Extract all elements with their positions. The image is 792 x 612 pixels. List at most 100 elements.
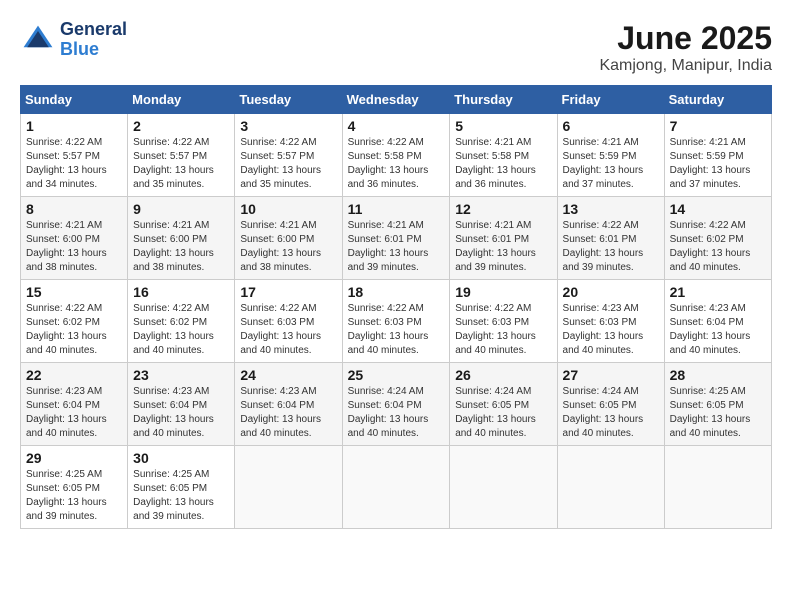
day-info: Sunrise: 4:21 AM Sunset: 5:59 PM Dayligh… bbox=[670, 136, 766, 192]
day-number: 5 bbox=[455, 118, 551, 134]
day-info: Sunrise: 4:23 AM Sunset: 6:04 PM Dayligh… bbox=[240, 385, 336, 441]
day-number: 22 bbox=[26, 367, 122, 383]
calendar-cell: 8Sunrise: 4:21 AM Sunset: 6:00 PM Daylig… bbox=[21, 197, 128, 280]
calendar-cell: 19 Sunrise: 4:22 AM Sunset: 6:03 PM Dayli… bbox=[450, 280, 557, 363]
day-number: 19 bbox=[455, 284, 551, 300]
calendar-cell: 12 Sunrise: 4:21 AM Sunset: 6:01 PM Dayli… bbox=[450, 197, 557, 280]
calendar-cell: 6 Sunrise: 4:21 AM Sunset: 5:59 PM Daylig… bbox=[557, 114, 664, 197]
day-number: 25 bbox=[348, 367, 445, 383]
day-info: Sunrise: 4:25 AM Sunset: 6:05 PM Dayligh… bbox=[670, 385, 766, 441]
day-number: 1 bbox=[26, 118, 122, 134]
day-info: Sunrise: 4:21 AM Sunset: 6:00 PM Dayligh… bbox=[26, 219, 122, 275]
col-header-monday: Monday bbox=[128, 86, 235, 114]
day-number: 10 bbox=[240, 201, 336, 217]
calendar-week-3: 15Sunrise: 4:22 AM Sunset: 6:02 PM Dayli… bbox=[21, 280, 772, 363]
calendar-cell: 11 Sunrise: 4:21 AM Sunset: 6:01 PM Dayli… bbox=[342, 197, 450, 280]
day-number: 24 bbox=[240, 367, 336, 383]
calendar-cell: 5 Sunrise: 4:21 AM Sunset: 5:58 PM Daylig… bbox=[450, 114, 557, 197]
day-info: Sunrise: 4:22 AM Sunset: 5:58 PM Dayligh… bbox=[348, 136, 445, 192]
calendar-cell: 22 Sunrise: 4:23 AM Sunset: 6:04 PM Dayli… bbox=[21, 363, 128, 446]
calendar-cell: 2 Sunrise: 4:22 AM Sunset: 5:57 PM Daylig… bbox=[128, 114, 235, 197]
calendar-cell: 29Sunrise: 4:25 AM Sunset: 6:05 PM Dayli… bbox=[21, 446, 128, 529]
day-number: 13 bbox=[563, 201, 659, 217]
logo-text: General Blue bbox=[60, 20, 127, 60]
day-info: Sunrise: 4:22 AM Sunset: 5:57 PM Dayligh… bbox=[26, 136, 122, 192]
calendar-cell: 28 Sunrise: 4:25 AM Sunset: 6:05 PM Dayli… bbox=[664, 363, 771, 446]
month-title: June 2025 bbox=[599, 20, 772, 57]
day-info: Sunrise: 4:24 AM Sunset: 6:05 PM Dayligh… bbox=[455, 385, 551, 441]
calendar-cell: 30Sunrise: 4:25 AM Sunset: 6:05 PM Dayli… bbox=[128, 446, 235, 529]
day-number: 23 bbox=[133, 367, 229, 383]
day-info: Sunrise: 4:21 AM Sunset: 5:59 PM Dayligh… bbox=[563, 136, 659, 192]
day-info: Sunrise: 4:21 AM Sunset: 5:58 PM Dayligh… bbox=[455, 136, 551, 192]
calendar-cell: 1 Sunrise: 4:22 AM Sunset: 5:57 PM Daylig… bbox=[21, 114, 128, 197]
header-row: SundayMondayTuesdayWednesdayThursdayFrid… bbox=[21, 86, 772, 114]
day-info: Sunrise: 4:24 AM Sunset: 6:04 PM Dayligh… bbox=[348, 385, 445, 441]
calendar-cell bbox=[450, 446, 557, 529]
day-info: Sunrise: 4:22 AM Sunset: 6:02 PM Dayligh… bbox=[670, 219, 766, 275]
calendar-cell: 21Sunrise: 4:23 AM Sunset: 6:04 PM Dayli… bbox=[664, 280, 771, 363]
calendar-week-2: 8Sunrise: 4:21 AM Sunset: 6:00 PM Daylig… bbox=[21, 197, 772, 280]
logo-line1: General bbox=[60, 20, 127, 40]
day-number: 11 bbox=[348, 201, 445, 217]
day-number: 12 bbox=[455, 201, 551, 217]
day-info: Sunrise: 4:23 AM Sunset: 6:04 PM Dayligh… bbox=[133, 385, 229, 441]
calendar-table: SundayMondayTuesdayWednesdayThursdayFrid… bbox=[20, 85, 772, 529]
day-number: 26 bbox=[455, 367, 551, 383]
calendar-cell: 15Sunrise: 4:22 AM Sunset: 6:02 PM Dayli… bbox=[21, 280, 128, 363]
day-info: Sunrise: 4:24 AM Sunset: 6:05 PM Dayligh… bbox=[563, 385, 659, 441]
calendar-cell: 9Sunrise: 4:21 AM Sunset: 6:00 PM Daylig… bbox=[128, 197, 235, 280]
day-number: 7 bbox=[670, 118, 766, 134]
day-number: 14 bbox=[670, 201, 766, 217]
location-title: Kamjong, Manipur, India bbox=[599, 57, 772, 75]
day-number: 6 bbox=[563, 118, 659, 134]
day-number: 16 bbox=[133, 284, 229, 300]
day-number: 28 bbox=[670, 367, 766, 383]
logo-icon bbox=[20, 22, 56, 58]
title-area: June 2025 Kamjong, Manipur, India bbox=[599, 20, 772, 75]
logo-line2: Blue bbox=[60, 40, 127, 60]
calendar-cell: 27 Sunrise: 4:24 AM Sunset: 6:05 PM Dayli… bbox=[557, 363, 664, 446]
day-info: Sunrise: 4:22 AM Sunset: 5:57 PM Dayligh… bbox=[240, 136, 336, 192]
calendar-cell: 4 Sunrise: 4:22 AM Sunset: 5:58 PM Daylig… bbox=[342, 114, 450, 197]
day-info: Sunrise: 4:25 AM Sunset: 6:05 PM Dayligh… bbox=[26, 468, 122, 524]
header: General Blue June 2025 Kamjong, Manipur,… bbox=[20, 20, 772, 75]
day-info: Sunrise: 4:22 AM Sunset: 6:03 PM Dayligh… bbox=[348, 302, 445, 358]
col-header-sunday: Sunday bbox=[21, 86, 128, 114]
day-info: Sunrise: 4:22 AM Sunset: 6:01 PM Dayligh… bbox=[563, 219, 659, 275]
day-number: 17 bbox=[240, 284, 336, 300]
day-number: 9 bbox=[133, 201, 229, 217]
day-number: 3 bbox=[240, 118, 336, 134]
day-info: Sunrise: 4:22 AM Sunset: 6:03 PM Dayligh… bbox=[455, 302, 551, 358]
calendar-cell: 13 Sunrise: 4:22 AM Sunset: 6:01 PM Dayli… bbox=[557, 197, 664, 280]
day-number: 2 bbox=[133, 118, 229, 134]
day-info: Sunrise: 4:21 AM Sunset: 6:01 PM Dayligh… bbox=[455, 219, 551, 275]
col-header-wednesday: Wednesday bbox=[342, 86, 450, 114]
calendar-cell: 25 Sunrise: 4:24 AM Sunset: 6:04 PM Dayli… bbox=[342, 363, 450, 446]
calendar-cell: 26 Sunrise: 4:24 AM Sunset: 6:05 PM Dayli… bbox=[450, 363, 557, 446]
day-info: Sunrise: 4:22 AM Sunset: 6:02 PM Dayligh… bbox=[26, 302, 122, 358]
calendar-cell: 10Sunrise: 4:21 AM Sunset: 6:00 PM Dayli… bbox=[235, 197, 342, 280]
calendar-cell: 18Sunrise: 4:22 AM Sunset: 6:03 PM Dayli… bbox=[342, 280, 450, 363]
day-info: Sunrise: 4:21 AM Sunset: 6:01 PM Dayligh… bbox=[348, 219, 445, 275]
calendar-week-4: 22 Sunrise: 4:23 AM Sunset: 6:04 PM Dayli… bbox=[21, 363, 772, 446]
col-header-friday: Friday bbox=[557, 86, 664, 114]
calendar-cell bbox=[664, 446, 771, 529]
col-header-tuesday: Tuesday bbox=[235, 86, 342, 114]
day-number: 4 bbox=[348, 118, 445, 134]
day-info: Sunrise: 4:22 AM Sunset: 5:57 PM Dayligh… bbox=[133, 136, 229, 192]
calendar-cell: 3 Sunrise: 4:22 AM Sunset: 5:57 PM Daylig… bbox=[235, 114, 342, 197]
day-info: Sunrise: 4:22 AM Sunset: 6:03 PM Dayligh… bbox=[240, 302, 336, 358]
calendar-week-1: 1 Sunrise: 4:22 AM Sunset: 5:57 PM Daylig… bbox=[21, 114, 772, 197]
calendar-cell bbox=[235, 446, 342, 529]
calendar-cell: 24 Sunrise: 4:23 AM Sunset: 6:04 PM Dayli… bbox=[235, 363, 342, 446]
calendar-cell: 17 Sunrise: 4:22 AM Sunset: 6:03 PM Dayli… bbox=[235, 280, 342, 363]
day-info: Sunrise: 4:25 AM Sunset: 6:05 PM Dayligh… bbox=[133, 468, 229, 524]
day-info: Sunrise: 4:23 AM Sunset: 6:04 PM Dayligh… bbox=[26, 385, 122, 441]
day-info: Sunrise: 4:22 AM Sunset: 6:02 PM Dayligh… bbox=[133, 302, 229, 358]
day-number: 27 bbox=[563, 367, 659, 383]
calendar-cell: 20Sunrise: 4:23 AM Sunset: 6:03 PM Dayli… bbox=[557, 280, 664, 363]
calendar-cell: 23 Sunrise: 4:23 AM Sunset: 6:04 PM Dayli… bbox=[128, 363, 235, 446]
logo: General Blue bbox=[20, 20, 127, 60]
col-header-saturday: Saturday bbox=[664, 86, 771, 114]
